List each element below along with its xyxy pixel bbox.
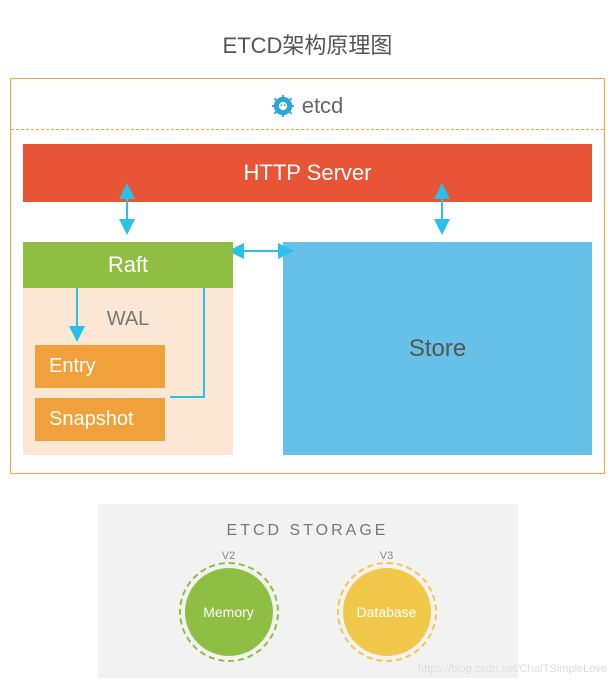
architecture-container: etcd HTTP Server Raft WAL Entry (10, 78, 605, 474)
v2-label: V2 (185, 550, 273, 562)
memory-circle: Memory (185, 568, 273, 656)
watermark: https://blog.csdn.net/ChaITSimpleLove (418, 663, 607, 675)
diagram-title: ETCD架构原理图 (0, 0, 615, 78)
store-block: Store (283, 242, 592, 455)
wal-title: WAL (35, 302, 221, 345)
storage-v3: V3 Database (343, 550, 431, 656)
wal-container: WAL Entry Snapshot (23, 288, 233, 455)
v3-label: V3 (343, 550, 431, 562)
database-circle: Database (343, 568, 431, 656)
gear-icon (272, 95, 294, 117)
storage-panel: ETCD STORAGE V2 Memory V3 Database (98, 504, 518, 678)
etcd-header: etcd (11, 79, 604, 130)
http-server-block: HTTP Server (23, 144, 592, 202)
entry-block: Entry (35, 345, 165, 388)
snapshot-block: Snapshot (35, 398, 165, 441)
storage-v2: V2 Memory (185, 550, 273, 656)
etcd-label: etcd (302, 93, 344, 119)
storage-title: ETCD STORAGE (98, 522, 518, 540)
raft-block: Raft (23, 242, 233, 288)
